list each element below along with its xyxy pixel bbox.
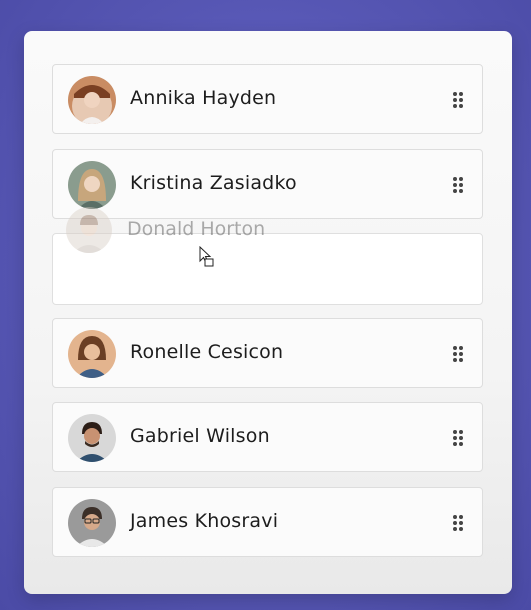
person-name: Gabriel Wilson	[130, 425, 270, 447]
drag-cursor-icon	[199, 245, 215, 268]
drag-handle-icon[interactable]	[452, 514, 464, 532]
drop-placeholder	[52, 233, 483, 305]
person-name: Annika Hayden	[130, 87, 277, 109]
drag-handle-icon[interactable]	[452, 345, 464, 363]
list-item[interactable]: Gabriel Wilson	[52, 402, 483, 472]
avatar	[68, 414, 116, 462]
person-name: James Khosravi	[130, 510, 279, 532]
person-name: Ronelle Cesicon	[130, 341, 284, 363]
avatar	[68, 161, 116, 209]
person-name: Kristina Zasiadko	[130, 172, 297, 194]
avatar	[68, 330, 116, 378]
avatar	[68, 499, 116, 547]
list-item[interactable]: Kristina Zasiadko	[52, 149, 483, 219]
list-item[interactable]: Annika Hayden	[52, 64, 483, 134]
avatar	[68, 76, 116, 124]
sortable-list-card: Annika Hayden Kristina Zasiadko Ronelle …	[24, 31, 512, 594]
list-item[interactable]: Ronelle Cesicon	[52, 318, 483, 388]
list-item[interactable]: James Khosravi	[52, 487, 483, 557]
drag-handle-icon[interactable]	[452, 176, 464, 194]
drag-handle-icon[interactable]	[452, 91, 464, 109]
drag-handle-icon[interactable]	[452, 429, 464, 447]
